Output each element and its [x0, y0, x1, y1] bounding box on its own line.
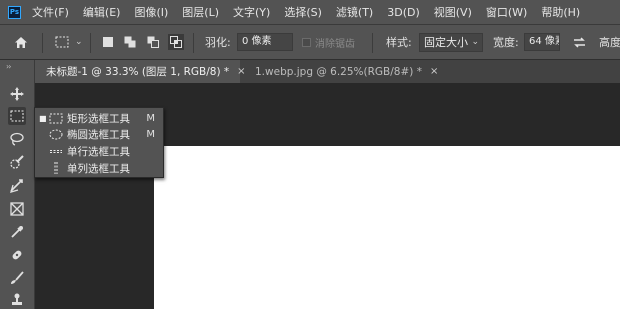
subtract-from-selection-icon[interactable]: [147, 25, 159, 59]
menu-help[interactable]: 帮助(H): [541, 4, 580, 20]
flyout-item-label: 矩形选框工具: [67, 112, 130, 125]
marquee-tool-flyout: ■ 矩形选框工具 M 椭圆选框工具 M 单行选框工具 单列选框工具: [34, 107, 164, 178]
menu-edit[interactable]: 编辑(E): [83, 4, 121, 20]
menu-layer[interactable]: 图层(L): [182, 4, 219, 20]
antialias-checkbox[interactable]: [302, 25, 311, 59]
rect-marquee-preset-icon[interactable]: [55, 25, 69, 59]
menu-image[interactable]: 图像(I): [134, 4, 168, 20]
tab-webp-image[interactable]: 1.webp.jpg @ 6.25%(RGB/8#) * ×: [242, 60, 438, 83]
menu-3d[interactable]: 3D(D): [387, 6, 420, 19]
tab-untitled-1[interactable]: 未标题-1 @ 33.3% (图层 1, RGB/8) * ×: [35, 60, 246, 83]
single-row-marquee-icon: [47, 145, 65, 157]
tab-label: 未标题-1 @ 33.3% (图层 1, RGB/8) *: [46, 66, 230, 78]
shortcut-label: M: [146, 128, 155, 140]
flyout-item-single-column-marquee[interactable]: 单列选框工具: [35, 160, 163, 176]
menu-select[interactable]: 选择(S): [284, 4, 322, 20]
new-selection-icon[interactable]: [103, 25, 113, 59]
menu-window[interactable]: 窗口(W): [486, 4, 527, 20]
feather-label: 羽化:: [205, 36, 231, 49]
collapse-toolbox-icon[interactable]: ››: [6, 62, 12, 71]
move-tool-icon[interactable]: [8, 85, 26, 103]
photoshop-logo: Ps: [8, 5, 21, 19]
shortcut-label: M: [146, 112, 155, 124]
tab-label: 1.webp.jpg @ 6.25%(RGB/8#) *: [255, 65, 422, 78]
height-label: 高度: [599, 36, 620, 49]
menu-file[interactable]: 文件(F): [32, 4, 69, 20]
menu-bar: Ps 文件(F) 编辑(E) 图像(I) 图层(L) 文字(Y) 选择(S) 滤…: [0, 0, 620, 24]
frame-tool-icon[interactable]: [8, 200, 26, 218]
single-column-marquee-icon: [47, 162, 65, 174]
chevron-down-icon: ⌄: [471, 37, 479, 47]
healing-brush-tool-icon[interactable]: [8, 246, 26, 264]
close-icon[interactable]: ×: [430, 66, 438, 77]
brush-tool-icon[interactable]: [8, 269, 26, 287]
lasso-tool-icon[interactable]: [8, 130, 26, 148]
selected-bullet-icon: ■: [39, 113, 47, 123]
ellipse-marquee-icon: [47, 128, 65, 140]
flyout-item-label: 椭圆选框工具: [67, 128, 130, 141]
crop-tool-icon[interactable]: [8, 177, 26, 195]
swap-width-height-icon[interactable]: [573, 25, 586, 59]
eyedropper-tool-icon[interactable]: [8, 223, 26, 241]
document-tabs: 未标题-1 @ 33.3% (图层 1, RGB/8) * × 1.webp.j…: [35, 60, 620, 83]
flyout-item-label: 单列选框工具: [67, 162, 130, 175]
menu-view[interactable]: 视图(V): [434, 4, 472, 20]
quick-selection-tool-icon[interactable]: [8, 153, 26, 171]
chevron-down-icon[interactable]: ⌄: [75, 25, 83, 59]
style-label: 样式:: [386, 36, 412, 49]
flyout-item-ellipse-marquee[interactable]: 椭圆选框工具 M: [35, 126, 163, 142]
add-to-selection-icon[interactable]: [124, 25, 136, 59]
antialias-label: 消除锯齿: [315, 38, 355, 50]
style-select-value: 固定大小: [424, 36, 468, 49]
home-icon[interactable]: [14, 25, 28, 59]
clone-stamp-tool-icon[interactable]: [8, 291, 26, 309]
flyout-item-rect-marquee[interactable]: ■ 矩形选框工具 M: [35, 110, 163, 126]
marquee-tool-icon[interactable]: [8, 107, 26, 125]
width-input[interactable]: 64 像素: [524, 33, 560, 51]
rect-marquee-icon: [47, 112, 65, 124]
intersect-selection-icon[interactable]: [168, 25, 184, 59]
document-canvas[interactable]: [154, 146, 620, 309]
flyout-item-label: 单行选框工具: [67, 145, 130, 158]
menu-type[interactable]: 文字(Y): [233, 4, 270, 20]
toolbox: ››: [0, 60, 35, 309]
feather-input[interactable]: 0 像素: [237, 33, 293, 51]
menu-filter[interactable]: 滤镜(T): [336, 4, 373, 20]
style-select[interactable]: 固定大小 ⌄: [419, 33, 483, 52]
flyout-item-single-row-marquee[interactable]: 单行选框工具: [35, 143, 163, 159]
options-bar: ⌄ 羽化: 0 像素 消除锯齿 样式: 固定大小⌄ 宽度: 64 像素 高度: [0, 24, 620, 60]
width-label: 宽度:: [493, 36, 519, 49]
